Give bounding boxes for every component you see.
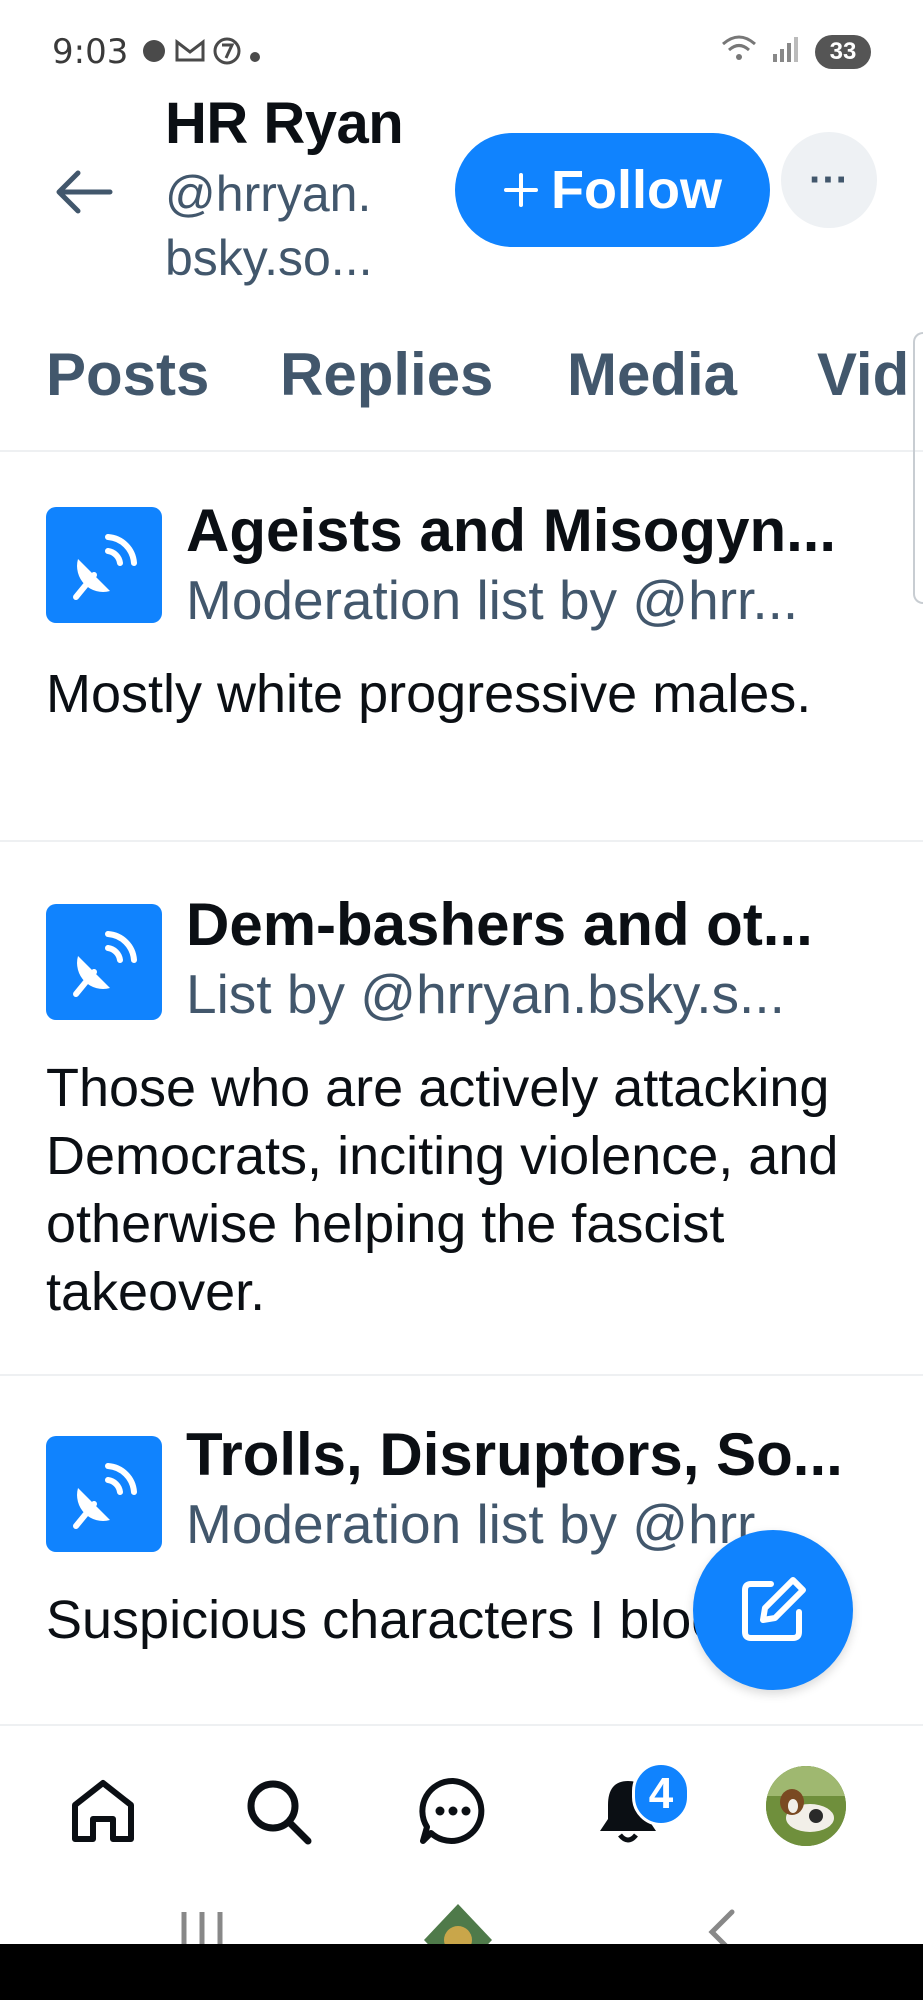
home-icon: [72, 1780, 134, 1842]
profile-name: HR Ryan: [165, 91, 404, 156]
list-avatar: [46, 507, 162, 623]
satellite-dish-icon: [73, 1463, 137, 1529]
dot-icon: [248, 39, 262, 71]
compose-icon: [742, 1577, 806, 1641]
back-button[interactable]: [52, 160, 116, 224]
list-description: Those who are actively attacking Democra…: [46, 1058, 839, 1322]
satellite-dish-icon: [73, 931, 137, 997]
system-navigation-bar: [0, 1890, 923, 1946]
follow-label: Follow: [551, 160, 722, 220]
compose-button[interactable]: [693, 1530, 853, 1690]
gmail-icon: [174, 38, 206, 71]
chat-icon: [419, 1777, 485, 1844]
list-title: Dem-bashers and ot...: [186, 891, 813, 958]
screen-bottom-bar: [0, 1944, 923, 2000]
list-avatar: [46, 1436, 162, 1552]
back-nav-icon[interactable]: [702, 1908, 742, 1946]
cell-signal-icon: [771, 34, 801, 69]
nav-search[interactable]: [233, 1766, 323, 1856]
channel7-icon: [212, 36, 242, 73]
signal-app-icon: [140, 37, 168, 72]
follow-button[interactable]: Follow: [455, 133, 770, 247]
tab-posts[interactable]: Posts: [46, 340, 209, 409]
list-description: Mostly white progressive males.: [46, 664, 812, 724]
status-notification-icons: [140, 36, 262, 73]
notification-badge: 4: [632, 1762, 690, 1826]
tab-videos[interactable]: Vid: [817, 340, 909, 409]
list-item[interactable]: Ageists and Misogyn... Moderation list b…: [0, 452, 923, 842]
status-time: 9:03: [52, 32, 129, 72]
dog-photo: [766, 1766, 846, 1846]
list-subtitle: List by @hrryan.bsky.s...: [186, 963, 785, 1025]
satellite-dish-icon: [73, 534, 137, 600]
home-button-icon[interactable]: [418, 1900, 498, 1946]
list-avatar: [46, 904, 162, 1020]
list-item[interactable]: Dem-bashers and ot... List by @hrryan.bs…: [0, 842, 923, 1376]
profile-tabs: Posts Replies Media Vid: [0, 330, 923, 452]
more-options-button[interactable]: ···: [781, 132, 877, 228]
profile-handle: @hrryan. bsky.so...: [165, 166, 373, 286]
battery-indicator: 33: [815, 34, 871, 69]
tab-media[interactable]: Media: [567, 340, 737, 409]
arrow-left-icon: [56, 170, 113, 214]
list-title: Ageists and Misogyn...: [186, 497, 837, 564]
nav-chat[interactable]: [408, 1766, 498, 1856]
nav-home[interactable]: [58, 1766, 148, 1856]
search-icon: [247, 1780, 312, 1845]
profile-header: HR Ryan @hrryan. bsky.so... Follow ···: [0, 80, 923, 310]
profile-avatar[interactable]: [766, 1766, 846, 1846]
tab-replies[interactable]: Replies: [280, 340, 493, 409]
list-title: Trolls, Disruptors, So...: [186, 1421, 843, 1488]
bottom-navigation: 4: [0, 1724, 923, 1900]
list-subtitle: Moderation list by @hrr...: [186, 569, 799, 631]
plus-icon: [503, 159, 539, 221]
wifi-icon: [721, 34, 757, 69]
recent-apps-icon[interactable]: [172, 1908, 232, 1946]
more-icon: ···: [809, 157, 849, 202]
status-system-icons: 33: [721, 34, 871, 69]
